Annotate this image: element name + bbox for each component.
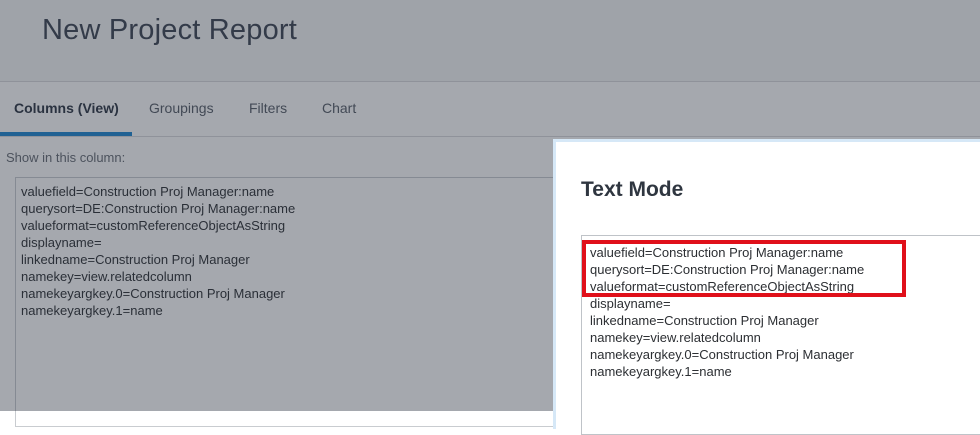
highlight-annotation-box <box>582 240 906 297</box>
dialog-title: Text Mode <box>581 178 684 201</box>
text-mode-line-namekey: namekey=view.relatedcolumn <box>590 330 761 345</box>
text-mode-line-namekeyargkey-0: namekeyargkey.0=Construction Proj Manage… <box>590 347 854 362</box>
text-mode-line-namekeyargkey-1: namekeyargkey.1=name <box>590 364 732 379</box>
text-mode-line-linkedname: linkedname=Construction Proj Manager <box>590 313 819 328</box>
text-mode-line-displayname: displayname= <box>590 296 671 311</box>
